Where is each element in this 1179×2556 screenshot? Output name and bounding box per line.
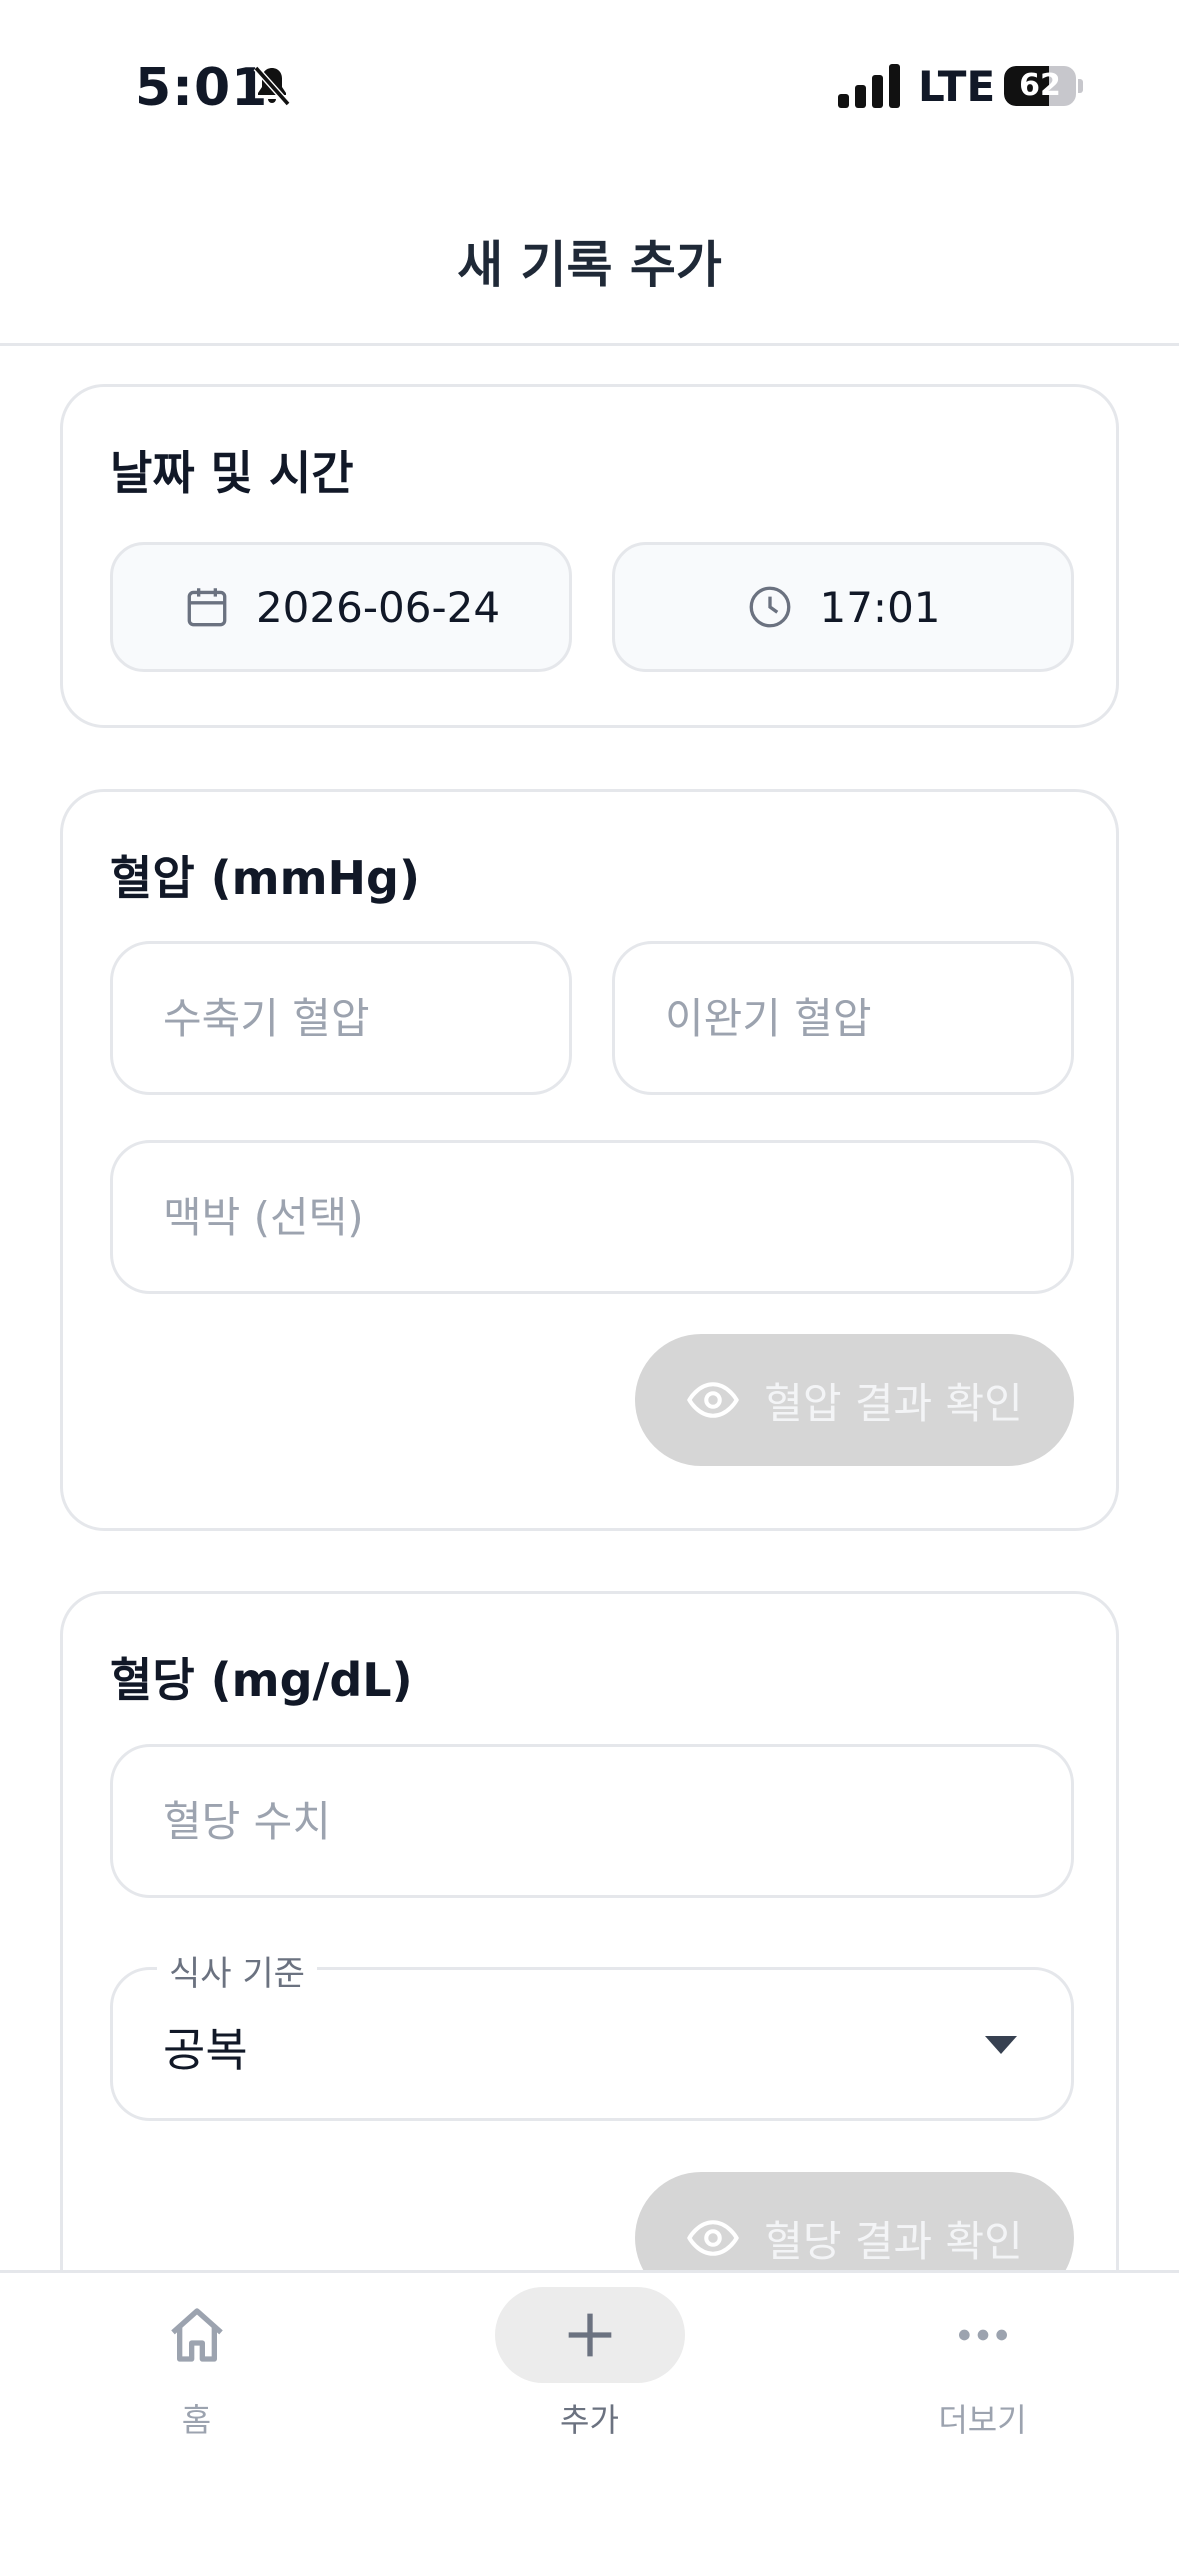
add-record-screen: 5:01 LTE 62 새 기록 추가 날짜 및 시간 2026-06-24 1…: [0, 0, 1179, 2556]
meal-timing-label: 식사 기준: [157, 1946, 317, 1995]
bottom-navigation: 홈 추가 더보기: [0, 2270, 1179, 2556]
systolic-input[interactable]: [110, 941, 572, 1095]
nav-add[interactable]: 추가: [393, 2273, 786, 2473]
blood-pressure-card: 혈압 (mmHg) 혈압 결과 확인: [60, 789, 1119, 1531]
plus-icon: [568, 2313, 611, 2357]
form-content[interactable]: 날짜 및 시간 2026-06-24 17:01 혈압 (mmHg) 수축기 혈…: [0, 346, 1179, 2270]
bell-off-icon: [253, 65, 291, 107]
meal-timing-select[interactable]: 식사 기준 공복: [110, 1946, 1074, 2121]
cellular-signal-icon: [838, 64, 900, 108]
blood-sugar-result-label: 혈당 결과 확인: [764, 2216, 1023, 2266]
nav-home-label: 홈: [181, 2401, 212, 2439]
eye-icon: [687, 1382, 740, 1418]
nav-home[interactable]: 홈: [0, 2273, 393, 2473]
date-time-card: 날짜 및 시간 2026-06-24 17:01: [60, 384, 1119, 728]
nav-more[interactable]: 더보기: [786, 2273, 1179, 2473]
battery-percent: 62: [1019, 68, 1061, 103]
time-value: 17:01: [819, 582, 941, 632]
diastolic-input[interactable]: [612, 941, 1074, 1095]
blood-sugar-result-button[interactable]: 혈당 결과 확인: [635, 2172, 1074, 2270]
blood-sugar-title: 혈당 (mg/dL): [110, 1653, 413, 1707]
blood-pressure-title: 혈압 (mmHg): [110, 851, 420, 905]
meal-timing-value: 공복: [163, 2023, 248, 2077]
blood-sugar-input[interactable]: [110, 1744, 1074, 1898]
status-bar: 5:01 LTE 62: [0, 0, 1179, 170]
home-icon: [170, 2308, 223, 2362]
dropdown-arrow-icon: [985, 2036, 1017, 2054]
date-value: 2026-06-24: [255, 582, 501, 632]
date-picker[interactable]: 2026-06-24: [110, 542, 572, 672]
battery-icon: 62: [1004, 66, 1083, 106]
nav-more-label: 더보기: [938, 2401, 1027, 2439]
blood-sugar-card: 혈당 (mg/dL) 식사 기준 공복 혈당 결과 확인: [60, 1591, 1119, 2270]
nav-add-label: 추가: [560, 2401, 619, 2439]
time-picker[interactable]: 17:01: [612, 542, 1074, 672]
network-type: LTE: [918, 62, 996, 111]
date-time-title: 날짜 및 시간: [110, 446, 354, 500]
pulse-input[interactable]: [110, 1140, 1074, 1294]
blood-pressure-result-label: 혈압 결과 확인: [764, 1378, 1023, 1428]
clock-icon: [750, 586, 791, 628]
blood-pressure-result-button[interactable]: 혈압 결과 확인: [635, 1334, 1074, 1466]
eye-icon: [687, 2220, 740, 2256]
more-icon: [958, 2329, 1007, 2341]
page-title: 새 기록 추가: [457, 236, 722, 294]
app-header: 새 기록 추가: [0, 170, 1179, 346]
calendar-icon: [187, 588, 227, 627]
